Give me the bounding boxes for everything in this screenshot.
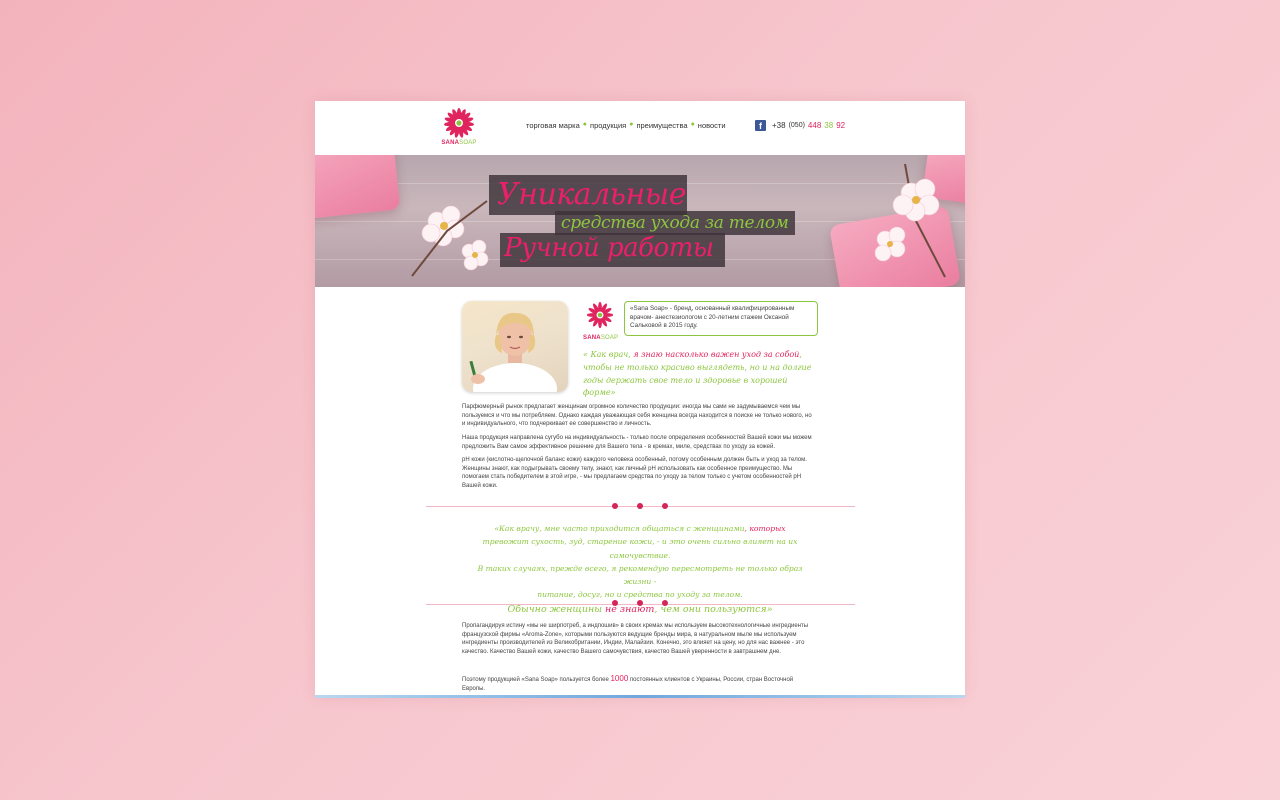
- brand-logo-small: SANASOAP: [583, 301, 619, 341]
- banner-headline-1: Уникальные: [489, 175, 687, 215]
- flower-logo-icon: [586, 301, 614, 329]
- doctor-quote-line: тревожит сухость, зуд, старение кожи, - …: [482, 537, 798, 560]
- paragraph-ingredients: Пропагандируя истину «мы не ширпотреб, а…: [462, 623, 809, 656]
- site-header: SANASOAP торговая марка ● продукция ● пр…: [315, 101, 965, 155]
- founder-quote: « Как врач, я знаю насколько важен уход …: [583, 350, 812, 398]
- landing-page: SANASOAP торговая марка ● продукция ● пр…: [315, 101, 965, 698]
- doctor-quote-line: В таких случаях, прежде всего, я рекомен…: [477, 563, 803, 587]
- clients-count: 1000: [610, 674, 629, 683]
- phone-number-part: 38: [824, 121, 834, 130]
- brand-logo[interactable]: SANASOAP: [439, 107, 479, 146]
- hero-banner: Уникальные средства ухода за телом Ручно…: [315, 155, 965, 287]
- phone-country-code: +38: [772, 121, 786, 130]
- divider-dot: [662, 503, 668, 509]
- nav-item-advantages[interactable]: преимущества: [636, 121, 687, 130]
- cherry-blossom-icon: [874, 163, 946, 278]
- paragraph-market: Парфюмерный рынок предлагает женщинам ог…: [462, 404, 812, 428]
- banner-headline-3: Ручной работы: [500, 233, 725, 267]
- flower-logo-icon: [444, 108, 474, 138]
- divider-dot: [612, 503, 618, 509]
- intro-box: «Sana Soap» - бренд, основанный квалифиц…: [624, 301, 818, 336]
- divider-dots: [612, 600, 668, 606]
- main-nav: торговая марка ● продукция ● преимуществ…: [526, 121, 726, 130]
- phone-number-part: 92: [836, 121, 846, 130]
- cherry-blossom-icon: [411, 200, 489, 277]
- phone-operator-code: (050): [788, 122, 805, 129]
- paragraph-clients: Поэтому продукцией «Sana Soap» пользуетс…: [462, 674, 794, 692]
- nav-item-news[interactable]: новости: [698, 121, 726, 130]
- facebook-icon[interactable]: f: [755, 120, 766, 131]
- contact-phone[interactable]: f +38 (050) 448 38 92: [755, 120, 845, 131]
- soap-bar-image: [315, 155, 401, 221]
- nav-separator-dot: ●: [629, 121, 634, 128]
- paragraph-ph: pH кожи (кислотно-щелочной баланс кожи) …: [462, 457, 807, 490]
- divider-dot: [662, 600, 668, 606]
- nav-separator-dot: ●: [582, 121, 588, 128]
- logo-wordmark: SANASOAP: [583, 335, 619, 341]
- founder-photo: [462, 301, 568, 392]
- nav-separator-dot: ●: [690, 121, 695, 128]
- divider-dot: [612, 600, 618, 606]
- nav-item-products[interactable]: продукция: [590, 121, 626, 130]
- nav-item-brand[interactable]: торговая марка: [526, 121, 580, 130]
- banner-headline-2: средства ухода за телом: [555, 211, 795, 235]
- paragraph-individuality: Наша продукция направлена сугубо на инди…: [462, 435, 812, 450]
- doctor-quote-line: «Как врачу, мне часто приходится общатьс…: [494, 524, 786, 533]
- divider-dot: [637, 600, 643, 606]
- logo-wordmark: SANASOAP: [441, 140, 477, 146]
- phone-number-part: 448: [807, 121, 822, 130]
- divider-dot: [637, 503, 643, 509]
- founder-portrait-icon: [469, 312, 557, 392]
- page-bottom-strip: [315, 695, 965, 698]
- divider-dots: [612, 503, 668, 509]
